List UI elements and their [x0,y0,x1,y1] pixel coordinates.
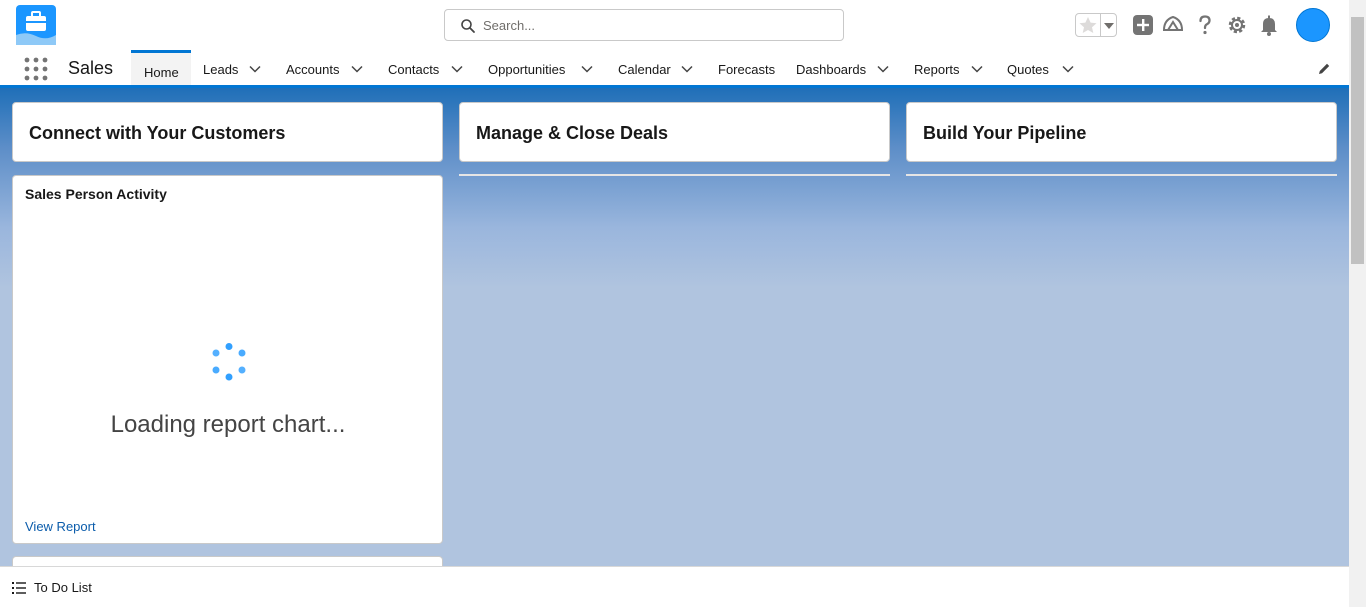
page-scrollbar[interactable] [1349,0,1366,607]
chevron-down-icon[interactable] [581,63,593,75]
app-logo-icon[interactable] [16,5,56,45]
tab-label: Forecasts [718,62,776,77]
tab-label: Quotes [1007,62,1049,77]
tab-home[interactable]: Home [131,50,191,85]
tab-calendar[interactable]: Calendar [606,50,706,85]
view-report-link[interactable]: View Report [25,519,96,534]
chevron-down-icon[interactable] [971,63,983,75]
tab-label: Home [144,65,179,80]
tab-accounts[interactable]: Accounts [274,50,376,85]
tab-quotes[interactable]: Quotes [995,50,1087,85]
scrollbar-thumb[interactable] [1351,17,1364,264]
trailhead-icon[interactable] [1161,13,1185,37]
card-title: Sales Person Activity [25,186,167,202]
chevron-down-icon[interactable] [451,63,463,75]
column-title: Connect with Your Customers [29,123,286,143]
tab-dashboards[interactable]: Dashboards [784,50,902,85]
tab-reports[interactable]: Reports [902,50,995,85]
column-header-pipeline: Build Your Pipeline [906,102,1337,162]
column-header-connect: Connect with Your Customers [12,102,443,162]
help-icon[interactable] [1193,13,1217,37]
todo-list-icon[interactable] [12,581,26,595]
sales-person-activity-card: Sales Person Activity Loading report cha… [12,175,443,544]
chevron-down-icon[interactable] [681,63,693,75]
favorites-button[interactable] [1075,13,1117,37]
app-navigation-bar: Sales Home Leads Accounts Contacts Oppor… [0,50,1349,88]
chevron-down-icon[interactable] [249,63,261,75]
global-search-input[interactable]: Search... [444,9,844,41]
chevron-down-icon[interactable] [1062,63,1074,75]
global-header: Search... [0,0,1349,50]
tab-label: Contacts [388,62,440,77]
tab-label: Leads [203,62,239,77]
app-name: Sales [68,58,114,78]
chevron-down-icon[interactable] [877,63,889,75]
todo-list-button[interactable]: To Do List [34,580,92,595]
tab-contacts[interactable]: Contacts [376,50,476,85]
column-header-manage: Manage & Close Deals [459,102,890,162]
tab-opportunities[interactable]: Opportunities [476,50,606,85]
empty-column-divider [906,174,1337,176]
tab-label: Accounts [286,62,340,77]
edit-nav-pencil-icon[interactable] [1317,62,1331,76]
setup-gear-icon[interactable] [1225,13,1249,37]
loading-text: Loading report chart... [110,411,346,438]
favorites-dropdown-icon[interactable] [1100,14,1117,36]
tab-leads[interactable]: Leads [191,50,274,85]
global-actions-icon[interactable] [1131,13,1155,37]
favorites-star-icon[interactable] [1077,15,1099,35]
search-icon [461,19,475,33]
column-title: Manage & Close Deals [476,123,669,143]
tab-label: Calendar [618,62,671,77]
chevron-down-icon[interactable] [351,63,363,75]
utility-bar: To Do List [0,566,1349,607]
tab-label: Opportunities [488,62,566,77]
user-avatar[interactable] [1296,8,1330,42]
tab-forecasts[interactable]: Forecasts [706,50,784,85]
column-title: Build Your Pipeline [923,123,1087,143]
tab-label: Reports [914,62,960,77]
search-placeholder: Search... [483,18,536,33]
loading-spinner-icon [212,343,246,381]
tab-label: Dashboards [796,62,867,77]
app-launcher-icon[interactable] [24,57,48,81]
notifications-bell-icon[interactable] [1257,13,1281,37]
empty-column-divider [459,174,890,176]
